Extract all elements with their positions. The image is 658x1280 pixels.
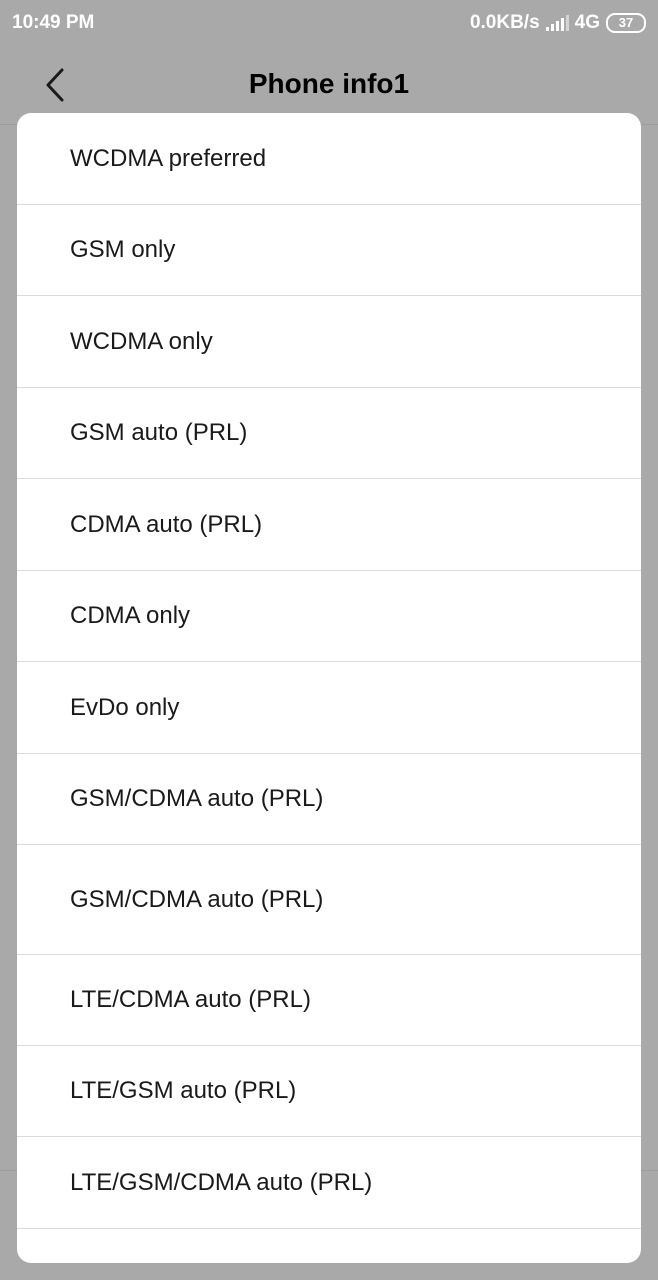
option-label: LTE/GSM/CDMA auto (PRL) [70, 1168, 373, 1196]
page-title: Phone info1 [248, 68, 410, 99]
option-gsm-cdma-auto-prl-2[interactable]: GSM/CDMA auto (PRL) [17, 845, 641, 955]
status-bar: 10:49 PM 0.0KB/s 4G 37 [0, 0, 658, 46]
battery-icon: 37 [606, 13, 646, 33]
option-label: GSM/CDMA auto (PRL) [70, 885, 324, 913]
option-gsm-only[interactable]: GSM only [17, 205, 641, 296]
signal-icon [545, 15, 569, 31]
option-cdma-only[interactable]: CDMA only [17, 571, 641, 662]
option-label: WCDMA preferred [70, 144, 267, 172]
option-label: CDMA auto (PRL) [70, 510, 263, 538]
divider [0, 1170, 17, 1171]
option-label: GSM only [70, 236, 176, 263]
status-time: 10:49 PM [12, 12, 95, 33]
option-label: LTE/GSM auto (PRL) [70, 1077, 297, 1104]
option-evdo-only[interactable]: EvDo only [17, 662, 641, 754]
option-label: CDMA only [70, 602, 191, 629]
option-lte-gsm-auto-prl[interactable]: LTE/GSM auto (PRL) [17, 1046, 641, 1137]
option-wcdma-preferred[interactable]: WCDMA preferred [17, 113, 641, 205]
option-partial[interactable] [17, 1229, 641, 1263]
option-wcdma-only[interactable]: WCDMA only [17, 296, 641, 388]
option-cdma-auto-prl[interactable]: CDMA auto (PRL) [17, 479, 641, 571]
divider [641, 1170, 658, 1171]
option-label: GSM/CDMA auto (PRL) [70, 785, 324, 812]
option-gsm-auto-prl[interactable]: GSM auto (PRL) [17, 388, 641, 479]
network-mode-dialog: WCDMA preferred GSM only WCDMA only GSM … [17, 113, 641, 1263]
network-type: 4G [574, 12, 600, 33]
option-lte-cdma-auto-prl[interactable]: LTE/CDMA auto (PRL) [17, 955, 641, 1046]
option-gsm-cdma-auto-prl[interactable]: GSM/CDMA auto (PRL) [17, 754, 641, 845]
battery-level: 37 [618, 15, 634, 30]
option-label: LTE/CDMA auto (PRL) [70, 986, 311, 1013]
option-lte-gsm-cdma-auto-prl[interactable]: LTE/GSM/CDMA auto (PRL) [17, 1137, 641, 1229]
option-label: GSM auto (PRL) [70, 419, 248, 446]
option-label: WCDMA only [70, 327, 213, 355]
status-icons: 0.0KB/s 4G 37 [470, 12, 646, 34]
option-label: EvDo only [70, 693, 180, 721]
network-speed: 0.0KB/s [469, 12, 540, 33]
